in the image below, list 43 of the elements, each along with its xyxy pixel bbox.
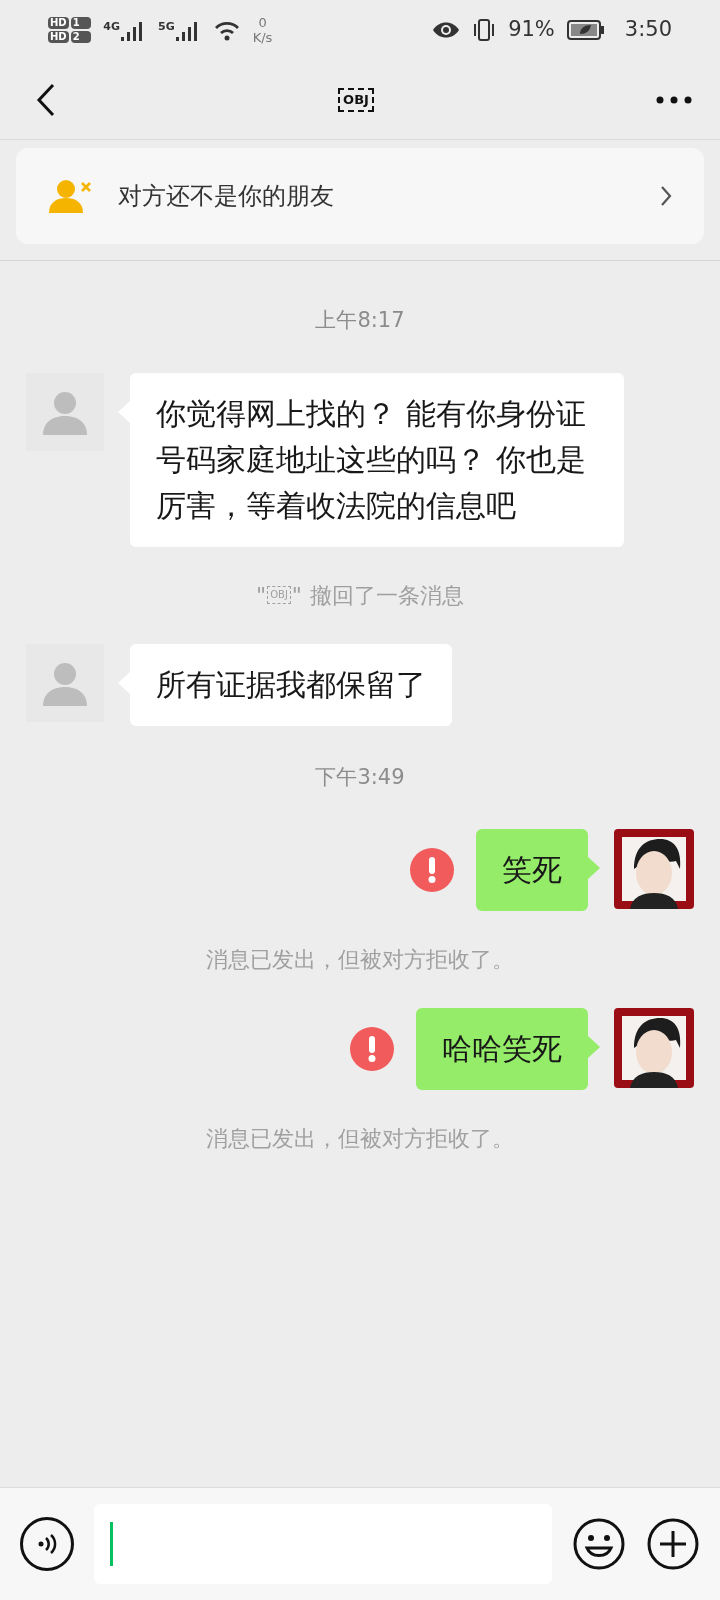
error-icon[interactable] bbox=[350, 1027, 394, 1071]
sim-label: 1 bbox=[70, 17, 92, 29]
emoji-icon[interactable] bbox=[572, 1517, 626, 1571]
back-icon[interactable] bbox=[36, 82, 56, 117]
message-input[interactable] bbox=[94, 1504, 552, 1584]
system-notice: 消息已发出，但被对方拒收了。 bbox=[206, 946, 514, 974]
avatar[interactable] bbox=[614, 1008, 694, 1088]
battery-icon bbox=[566, 20, 605, 40]
not-friend-banner[interactable]: 对方还不是你的朋友 bbox=[16, 148, 704, 244]
message-bubble[interactable]: 哈哈笑死 bbox=[416, 1008, 588, 1090]
chevron-right-icon bbox=[660, 185, 672, 207]
avatar[interactable] bbox=[614, 829, 694, 909]
sim-label: 2 bbox=[70, 31, 92, 43]
clock: 3:50 bbox=[624, 16, 672, 44]
system-notice: 撤回了一条消息 bbox=[309, 581, 464, 610]
banner-text: 对方还不是你的朋友 bbox=[118, 181, 335, 212]
speed-unit: K/s bbox=[252, 30, 273, 45]
sim-label: HD bbox=[48, 31, 69, 43]
vibrate-icon bbox=[472, 18, 497, 42]
timestamp: 上午8:17 bbox=[315, 307, 405, 334]
more-icon[interactable] bbox=[656, 95, 692, 104]
chat-title: OBJ bbox=[338, 87, 374, 112]
sender-name: OBJ bbox=[267, 586, 291, 604]
quote-mark: " bbox=[256, 581, 267, 610]
bubble-tail bbox=[588, 1036, 600, 1058]
message-bubble[interactable]: 所有证据我都保留了 bbox=[130, 643, 452, 726]
person-cross-icon bbox=[48, 179, 94, 213]
battery-percent: 91% bbox=[508, 16, 555, 44]
eye-icon bbox=[432, 21, 461, 39]
sim-label: HD bbox=[48, 17, 69, 29]
timestamp: 下午3:49 bbox=[315, 763, 405, 791]
voice-button[interactable] bbox=[20, 1517, 74, 1571]
add-icon[interactable] bbox=[646, 1517, 700, 1571]
network-speed: 0 bbox=[258, 15, 267, 30]
message-bubble[interactable]: 你觉得网上找的？ 能有你身份证号码家庭地址这些的吗？ 你也是厉害，等着收法院的信息吧 bbox=[130, 372, 624, 547]
quote-mark: " bbox=[291, 581, 302, 610]
network-type: 5G bbox=[158, 19, 175, 35]
bubble-tail bbox=[588, 857, 600, 879]
network-type: 4G bbox=[103, 19, 121, 35]
message-bubble[interactable]: 笑死 bbox=[476, 829, 588, 911]
sound-wave-icon bbox=[36, 1533, 58, 1555]
system-notice: 消息已发出，但被对方拒收了。 bbox=[206, 1125, 514, 1153]
error-icon[interactable] bbox=[410, 848, 454, 892]
